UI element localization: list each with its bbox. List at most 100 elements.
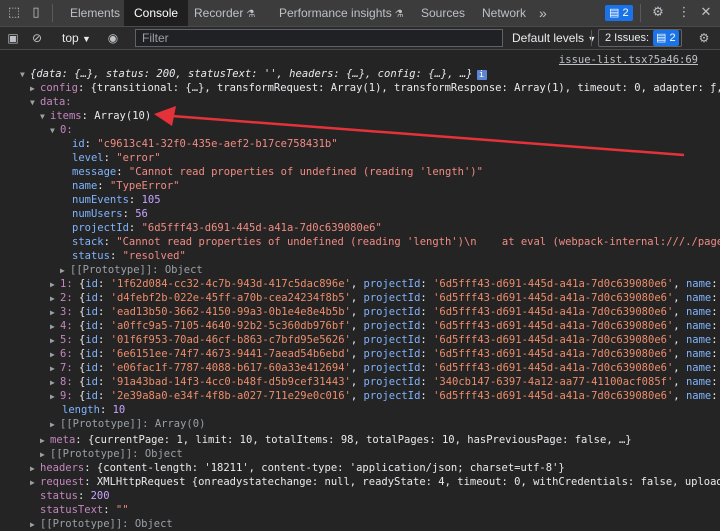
- tree-row-data-prototype[interactable]: ▶ [[Prototype]]: Object: [40, 447, 720, 461]
- item-project-id: '6d5fff43-d691-445d-a41a-7d0c639080e6': [433, 348, 674, 360]
- expand-triangle-icon: ▼: [40, 112, 45, 121]
- tab-sources[interactable]: Sources: [421, 0, 465, 26]
- tree-row-data[interactable]: ▼ data:: [30, 95, 720, 109]
- prop-value: "Cannot read properties of undefined (re…: [116, 236, 720, 248]
- prototype-text: [[Prototype]]: Array(0): [60, 418, 206, 430]
- expand-triangle-icon: ▶: [50, 294, 55, 303]
- tree-row-item[interactable]: ▶ 1: {id: '1f62d084-cc32-4c7b-943d-417c5d…: [50, 277, 720, 291]
- more-tabs-button[interactable]: »: [539, 0, 547, 26]
- prop-value: 56: [135, 208, 148, 220]
- prop-key: projectId: [72, 222, 129, 234]
- tab-console[interactable]: Console: [124, 0, 189, 26]
- divider: [591, 30, 592, 46]
- expand-triangle-icon: ▶: [50, 364, 55, 373]
- prop-key: statusText: [40, 504, 104, 516]
- prop-value: "Cannot read properties of undefined (re…: [128, 166, 483, 178]
- tree-row-config[interactable]: ▶ config: {transitional: {…}, transformRe…: [30, 81, 720, 95]
- item-0-field: id: "c9613c41-32f0-435e-aef2-b17ce758431…: [72, 138, 338, 150]
- tab-network[interactable]: Network: [482, 0, 526, 26]
- item-0-field: name: "TypeError": [72, 180, 180, 192]
- divider: [640, 4, 641, 22]
- filter-input[interactable]: Filter: [135, 29, 503, 47]
- tree-row-root-prototype[interactable]: ▶ [[Prototype]]: Object: [30, 517, 720, 531]
- messages-badge[interactable]: ▤ 2: [605, 5, 633, 21]
- issues-button[interactable]: 2 Issues: ▤ 2: [598, 29, 682, 47]
- experiment-flask-icon: ⚗: [246, 9, 256, 20]
- tree-row-item[interactable]: ▶ 9: {id: '2e39a8a0-e34f-4f8b-a027-711e29…: [50, 389, 720, 403]
- tree-row-array-prototype[interactable]: ▶ [[Prototype]]: Array(0): [50, 417, 720, 431]
- tree-row-item[interactable]: ▶ 4: {id: 'a0ffc9a5-7105-4640-92b2-5c360d…: [50, 319, 720, 333]
- prop-key: data:: [40, 96, 72, 108]
- inspect-element-icon[interactable]: ⬚: [6, 5, 22, 21]
- settings-gear-icon[interactable]: ⚙: [650, 5, 666, 21]
- log-levels-dropdown[interactable]: Default levels ▼: [512, 27, 596, 49]
- context-selector-label: top: [62, 31, 79, 45]
- issues-count-badge: ▤ 2: [653, 30, 679, 46]
- close-icon[interactable]: ✕: [698, 5, 714, 21]
- expand-triangle-icon: ▶: [60, 266, 65, 275]
- prop-value: 200: [90, 490, 110, 502]
- prop-value: Array(10): [94, 110, 152, 122]
- tree-row-item[interactable]: ▶ 5: {id: '01f6f953-70ad-46cf-b863-c7bfd9…: [50, 333, 720, 347]
- item-id: '2e39a8a0-e34f-4f8b-a027-711e29e0c016': [110, 390, 351, 402]
- device-toolbar-icon[interactable]: ▯: [28, 5, 44, 21]
- log-entry-summary[interactable]: ▼ {data: {…}, status: 200, statusText: ''…: [20, 67, 720, 81]
- devtools-tab-bar: ⬚ ▯ Elements Console Recorder ⚗ Performan…: [0, 0, 720, 27]
- tree-row-item[interactable]: ▶ 2: {id: 'd4febf2b-022e-45ff-a70b-cea242…: [50, 291, 720, 305]
- expand-triangle-icon: ▶: [50, 308, 55, 317]
- clear-console-icon[interactable]: ⊘: [30, 31, 44, 45]
- tree-row-status-text: statusText: "": [40, 504, 129, 516]
- tree-row-item-0[interactable]: ▼ 0:: [50, 123, 720, 137]
- sidebar-toggle-icon[interactable]: ▣: [6, 31, 20, 45]
- item-0-field: message: "Cannot read properties of unde…: [72, 166, 483, 178]
- prop-key: length: [62, 404, 100, 416]
- tree-row-status: status: 200: [40, 490, 110, 502]
- item-project-id: '6d5fff43-d691-445d-a41a-7d0c639080e6': [433, 292, 674, 304]
- item-id: '6e6151ee-74f7-4673-9441-7aead54b6ebd': [110, 348, 351, 360]
- expand-triangle-icon: ▶: [50, 336, 55, 345]
- source-link[interactable]: issue-list.tsx?5a46:69: [559, 54, 698, 66]
- prop-key: config: [40, 82, 78, 94]
- prop-key: stack: [72, 236, 104, 248]
- tree-row-request[interactable]: ▶ request: XMLHttpRequest {onreadystatech…: [30, 475, 720, 489]
- item-index: 4:: [60, 320, 73, 332]
- item-index: 7:: [60, 362, 73, 374]
- expand-triangle-icon: ▶: [50, 322, 55, 331]
- context-selector[interactable]: top ▼: [62, 27, 91, 49]
- tree-row-headers[interactable]: ▶ headers: {content-length: '18211', cont…: [30, 461, 720, 475]
- console-settings-gear-icon[interactable]: ⚙: [697, 31, 711, 45]
- issues-count: 2: [669, 32, 676, 44]
- prop-key: 0:: [60, 124, 73, 136]
- tab-recorder[interactable]: Recorder ⚗: [194, 0, 255, 26]
- expand-triangle-icon: ▼: [50, 126, 55, 135]
- prop-value: "error": [116, 152, 161, 164]
- live-expression-eye-icon[interactable]: ◉: [106, 31, 120, 45]
- item-0-field: level: "error": [72, 152, 161, 164]
- tree-row-item[interactable]: ▶ 3: {id: 'ead13b50-3662-4150-99a3-0b1e4e…: [50, 305, 720, 319]
- item-0-field: numUsers: 56: [72, 208, 148, 220]
- prop-key: status: [72, 250, 110, 262]
- tree-row-item[interactable]: ▶ 7: {id: 'e06fac1f-7787-4088-b617-60a33e…: [50, 361, 720, 375]
- tree-row-prototype[interactable]: ▶ [[Prototype]]: Object: [60, 263, 720, 277]
- item-project-id: '340cb147-6397-4a12-aa77-41100acf085f': [433, 376, 674, 388]
- item-id: '1f62d084-cc32-4c7b-943d-417c5dac896e': [110, 278, 351, 290]
- item-index: 3:: [60, 306, 73, 318]
- tree-row-meta[interactable]: ▶ meta: {currentPage: 1, limit: 10, total…: [40, 433, 720, 447]
- tree-row-items[interactable]: ▼ items: Array(10): [40, 109, 720, 123]
- expand-triangle-icon: ▼: [30, 98, 35, 107]
- tree-row-item[interactable]: ▶ 8: {id: '91a43bad-14f3-4cc0-b48f-d5b9ce…: [50, 375, 720, 389]
- expand-triangle-icon: ▶: [50, 350, 55, 359]
- item-index: 1:: [60, 278, 73, 290]
- item-index: 2:: [60, 292, 73, 304]
- more-options-icon[interactable]: ⋮: [676, 5, 692, 21]
- prop-value: {content-length: '18211', content-type: …: [96, 462, 565, 474]
- item-project-id: '6d5fff43-d691-445d-a41a-7d0c639080e6': [433, 306, 674, 318]
- prop-value: 10: [112, 404, 126, 416]
- tree-row-item[interactable]: ▶ 6: {id: '6e6151ee-74f7-4673-9441-7aead5…: [50, 347, 720, 361]
- prop-key: message: [72, 166, 117, 178]
- item-index: 5:: [60, 334, 73, 346]
- tab-elements[interactable]: Elements: [70, 0, 120, 26]
- expand-triangle-icon: ▶: [30, 520, 35, 529]
- tab-performance-insights-label: Performance insights: [279, 6, 392, 20]
- tab-performance-insights[interactable]: Performance insights ⚗: [279, 0, 404, 26]
